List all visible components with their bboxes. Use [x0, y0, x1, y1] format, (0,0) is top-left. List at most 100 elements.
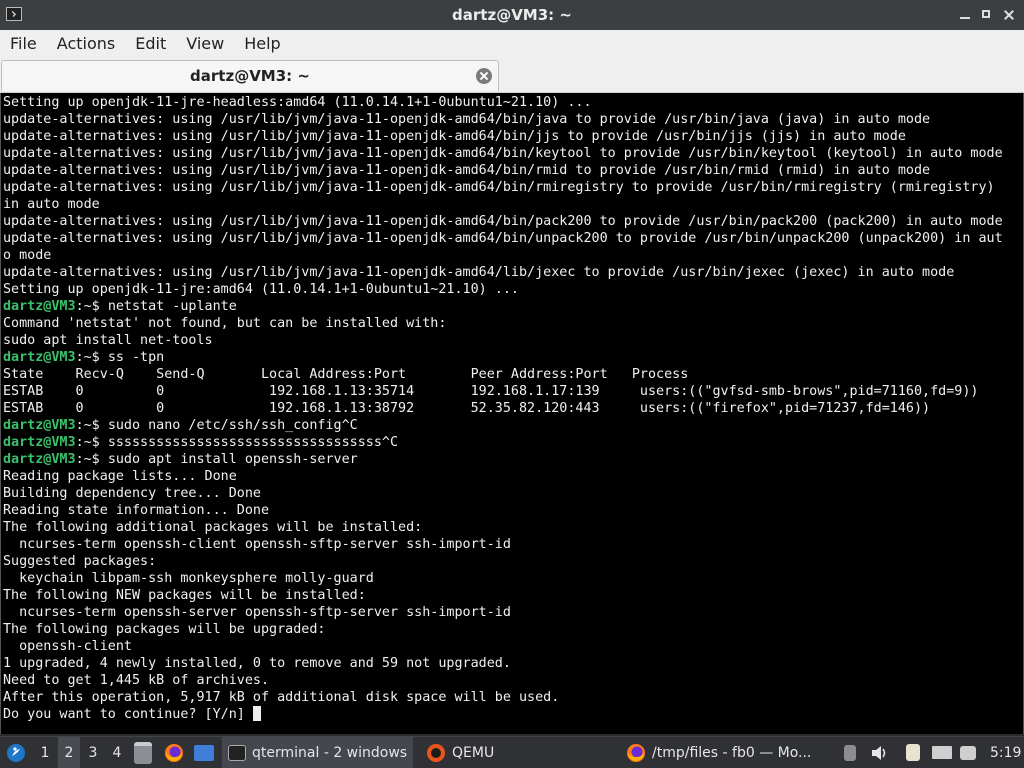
workspace-3[interactable]: 3 [82, 737, 104, 768]
terminal-line-text: Command 'netstat' not found, but can be … [3, 316, 447, 331]
terminal-line: 1 upgraded, 4 newly installed, 0 to remo… [3, 655, 1019, 672]
start-menu-icon [7, 743, 25, 762]
terminal-line-text: update-alternatives: using /usr/lib/jvm/… [3, 265, 955, 280]
terminal-line: keychain libpam-ssh monkeysphere molly-g… [3, 570, 1019, 587]
workspace-4[interactable]: 4 [106, 737, 128, 768]
terminal-line: Need to get 1,445 kB of archives. [3, 672, 1019, 689]
tab-bar: dartz@VM3: ~ [0, 58, 1024, 93]
terminal-line: update-alternatives: using /usr/lib/jvm/… [3, 179, 1019, 196]
terminal-line-text: Suggested packages: [3, 554, 157, 569]
terminal-line: Setting up openjdk-11-jre:amd64 (11.0.14… [3, 281, 1019, 298]
workspace-1[interactable]: 1 [34, 737, 56, 768]
terminal-line-text: sudo apt install openssh-server [107, 452, 358, 467]
terminal-line: Building dependency tree... Done [3, 485, 1019, 502]
tray-volume[interactable] [870, 737, 890, 768]
terminal-line-text: ESTAB 0 0 192.168.1.13:38792 52.35.82.12… [3, 401, 931, 416]
terminal-line: Command 'netstat' not found, but can be … [3, 315, 1019, 332]
terminal-line-text: Setting up openjdk-11-jre-headless:amd64… [3, 95, 592, 110]
terminal-line-text: The following additional packages will b… [3, 520, 423, 535]
terminal-line: The following NEW packages will be insta… [3, 587, 1019, 604]
terminal-line: update-alternatives: using /usr/lib/jvm/… [3, 230, 1019, 247]
terminal-line-text: Need to get 1,445 kB of archives. [3, 673, 270, 688]
window-titlebar[interactable]: dartz@VM3: ~ [0, 0, 1024, 30]
terminal-line-text: update-alternatives: using /usr/lib/jvm/… [3, 163, 931, 178]
prompt-host: dartz@VM3 [3, 350, 76, 365]
terminal-line-text: The following packages will be upgraded: [3, 622, 326, 637]
maximize-icon[interactable] [980, 8, 994, 22]
terminal-line: dartz@VM3:~$ sssssssssssssssssssssssssss… [3, 434, 1019, 451]
workspace-2[interactable]: 2 [58, 737, 80, 768]
terminal-line: ncurses-term openssh-client openssh-sftp… [3, 536, 1019, 553]
terminal-line: dartz@VM3:~$ sudo apt install openssh-se… [3, 451, 1019, 468]
file-manager-launcher[interactable] [134, 737, 152, 768]
terminal-line: in auto mode [3, 196, 1019, 213]
tray-notifications[interactable] [960, 737, 976, 768]
tab-close-icon[interactable] [476, 68, 492, 84]
minimize-icon[interactable] [958, 8, 972, 22]
terminal-line-text: update-alternatives: using /usr/lib/jvm/… [3, 129, 906, 144]
terminal-line-text: ESTAB 0 0 192.168.1.13:35714 192.168.1.1… [3, 384, 979, 399]
show-desktop-icon [194, 744, 214, 761]
terminal-line: Do you want to continue? [Y/n] [3, 706, 1019, 723]
tray-network[interactable] [932, 737, 952, 768]
terminal-icon [228, 744, 246, 761]
terminal-line: dartz@VM3:~$ netstat -uplante [3, 298, 1019, 315]
terminal-line-text: openssh-client [3, 639, 132, 654]
tray-removable-drive[interactable] [844, 737, 856, 768]
terminal-line: State Recv-Q Send-Q Local Address:Port P… [3, 366, 1019, 383]
terminal-line-text: Do you want to continue? [Y/n] [3, 707, 253, 722]
task-firefox[interactable]: /tmp/files - fb0 — Mo... [620, 737, 817, 768]
terminal-line: The following additional packages will b… [3, 519, 1019, 536]
firefox-window-icon [627, 743, 645, 762]
menu-edit[interactable]: Edit [125, 30, 176, 58]
terminal-output[interactable]: Setting up openjdk-11-jre-headless:amd64… [0, 93, 1024, 734]
close-window-icon[interactable] [1002, 8, 1016, 22]
terminal-line-text: ssssssssssssssssssssssssssssssssss^C [107, 435, 399, 450]
terminal-line: o mode [3, 247, 1019, 264]
terminal-line-text: Setting up openjdk-11-jre:amd64 (11.0.14… [3, 282, 519, 297]
prompt-suffix: :~$ [75, 350, 108, 365]
terminal-line: update-alternatives: using /usr/lib/jvm/… [3, 264, 1019, 281]
prompt-suffix: :~$ [75, 418, 108, 433]
prompt-suffix: :~$ [75, 435, 108, 450]
menu-file[interactable]: File [0, 30, 47, 58]
terminal-line: Reading state information... Done [3, 502, 1019, 519]
firefox-icon [165, 743, 183, 762]
terminal-line: Setting up openjdk-11-jre-headless:amd64… [3, 94, 1019, 111]
terminal-line: openssh-client [3, 638, 1019, 655]
firefox-launcher[interactable] [164, 737, 184, 768]
terminal-line-text: in auto mode [3, 197, 100, 212]
clock[interactable]: 5:19 [990, 737, 1021, 768]
terminal-line-text: update-alternatives: using /usr/lib/jvm/… [3, 231, 1003, 246]
menu-help[interactable]: Help [234, 30, 290, 58]
menu-view[interactable]: View [176, 30, 234, 58]
task-qterminal[interactable]: qterminal - 2 windows [222, 737, 414, 768]
terminal-line-text: The following NEW packages will be insta… [3, 588, 366, 603]
terminal-line-text: netstat -uplante [107, 299, 237, 314]
terminal-line-text: 1 upgraded, 4 newly installed, 0 to remo… [3, 656, 511, 671]
desktop-launcher[interactable] [194, 737, 214, 768]
menu-actions[interactable]: Actions [47, 30, 125, 58]
tab-terminal[interactable]: dartz@VM3: ~ [1, 60, 499, 91]
terminal-line: After this operation, 5,917 kB of additi… [3, 689, 1019, 706]
start-menu-button[interactable] [4, 737, 28, 768]
terminal-line-text: sudo apt install net-tools [3, 333, 213, 348]
terminal-line-text: sudo nano /etc/ssh/ssh_config^C [107, 418, 358, 433]
terminal-line-text: update-alternatives: using /usr/lib/jvm/… [3, 214, 1003, 229]
task-qemu[interactable]: QEMU [420, 737, 500, 768]
network-icon [932, 746, 952, 759]
terminal-line-text: Reading state information... Done [3, 503, 270, 518]
qemu-icon [427, 743, 445, 762]
tab-label: dartz@VM3: ~ [190, 67, 310, 85]
terminal-line-text: ss -tpn [107, 350, 165, 365]
terminal-line-text: After this operation, 5,917 kB of additi… [3, 690, 560, 705]
tray-clipboard[interactable] [906, 737, 920, 768]
terminal-line-text: Building dependency tree... Done [3, 486, 261, 501]
terminal-line-text: o mode [3, 248, 52, 263]
prompt-host: dartz@VM3 [3, 418, 76, 433]
terminal-line: Suggested packages: [3, 553, 1019, 570]
taskbar: 1 2 3 4 qterminal - 2 windows QEMU /tmp/… [0, 736, 1024, 768]
prompt-host: dartz@VM3 [3, 452, 76, 467]
terminal-line: update-alternatives: using /usr/lib/jvm/… [3, 145, 1019, 162]
clipboard-icon [906, 744, 920, 761]
